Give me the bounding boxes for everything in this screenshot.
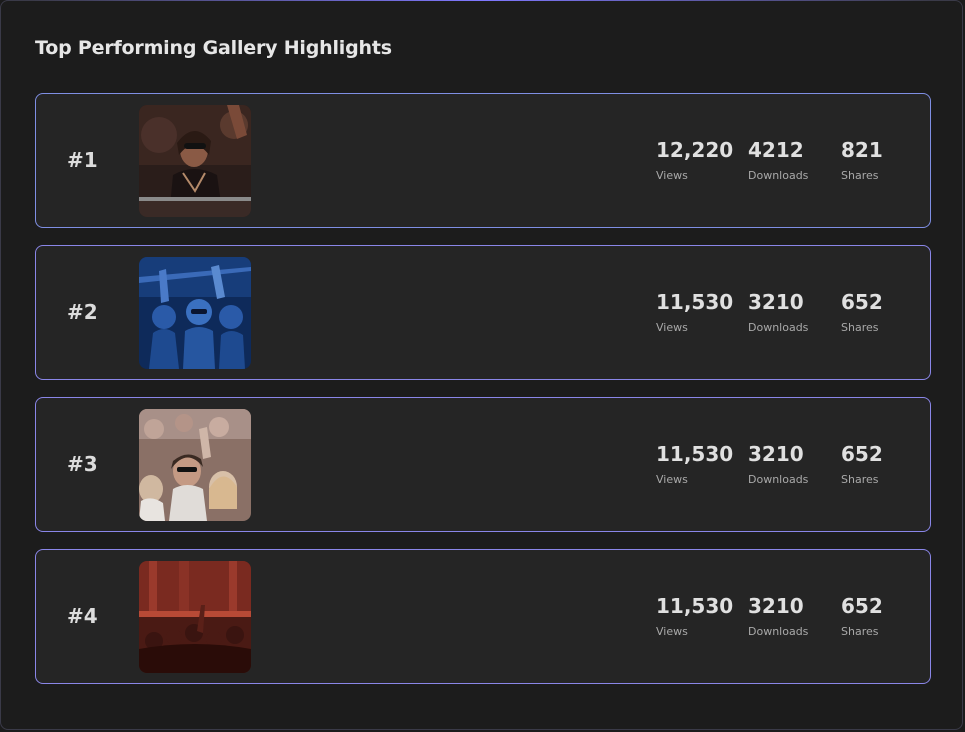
- rank-label: #2: [67, 300, 98, 324]
- shares-label: Shares: [841, 321, 879, 334]
- gallery-thumbnail[interactable]: [139, 409, 251, 521]
- downloads-label: Downloads: [748, 473, 809, 486]
- shares-stat: 652 Shares: [841, 289, 883, 334]
- views-stat: 11,530 Views: [656, 289, 733, 334]
- views-label: Views: [656, 321, 688, 334]
- shares-stat: 821 Shares: [841, 137, 883, 182]
- shares-label: Shares: [841, 625, 879, 638]
- downloads-stat: 4212 Downloads: [748, 137, 808, 182]
- page-title: Top Performing Gallery Highlights: [35, 37, 392, 59]
- highlight-card-2[interactable]: #2 11,530 Views 3210 Downloads 652 Share…: [35, 245, 931, 380]
- highlights-panel: Top Performing Gallery Highlights #1 12,…: [0, 0, 963, 730]
- views-count: 11,530: [656, 594, 734, 618]
- rank-label: #3: [67, 452, 98, 476]
- views-label: Views: [656, 169, 688, 182]
- gallery-thumbnail[interactable]: [139, 257, 251, 369]
- downloads-count: 3210: [748, 442, 804, 466]
- downloads-count: 3210: [748, 594, 804, 618]
- views-count: 11,530: [656, 290, 734, 314]
- highlight-card-1[interactable]: #1 12,220 Views 4212 Downloads 821 Share…: [35, 93, 931, 228]
- views-stat: 11,530 Views: [656, 593, 733, 638]
- shares-label: Shares: [841, 473, 879, 486]
- views-count: 12,220: [656, 138, 734, 162]
- downloads-count: 4212: [748, 138, 804, 162]
- shares-label: Shares: [841, 169, 879, 182]
- highlight-card-4[interactable]: #4 11,530 Views 3210 Downloads 652 Share…: [35, 549, 931, 684]
- shares-count: 821: [841, 138, 883, 162]
- rank-label: #4: [67, 604, 98, 628]
- views-label: Views: [656, 473, 688, 486]
- gallery-thumbnail[interactable]: [139, 561, 251, 673]
- shares-count: 652: [841, 594, 883, 618]
- downloads-stat: 3210 Downloads: [748, 593, 808, 638]
- shares-stat: 652 Shares: [841, 441, 883, 486]
- rank-label: #1: [67, 148, 98, 172]
- downloads-stat: 3210 Downloads: [748, 289, 808, 334]
- views-stat: 12,220 Views: [656, 137, 733, 182]
- shares-count: 652: [841, 290, 883, 314]
- views-count: 11,530: [656, 442, 734, 466]
- views-label: Views: [656, 625, 688, 638]
- shares-count: 652: [841, 442, 883, 466]
- views-stat: 11,530 Views: [656, 441, 733, 486]
- downloads-count: 3210: [748, 290, 804, 314]
- highlight-card-3[interactable]: #3 11,530 Views 3210 Downloads 652 Share…: [35, 397, 931, 532]
- downloads-stat: 3210 Downloads: [748, 441, 808, 486]
- downloads-label: Downloads: [748, 169, 809, 182]
- downloads-label: Downloads: [748, 321, 809, 334]
- gallery-thumbnail[interactable]: [139, 105, 251, 217]
- downloads-label: Downloads: [748, 625, 809, 638]
- shares-stat: 652 Shares: [841, 593, 883, 638]
